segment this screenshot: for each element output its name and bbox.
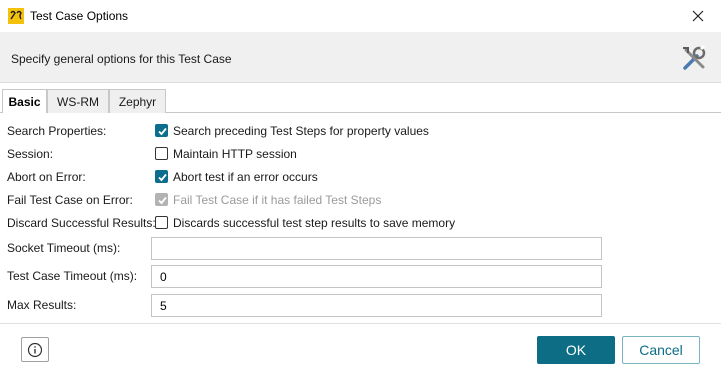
discard-results-text[interactable]: Discards successful test step results to…	[173, 216, 455, 230]
search-properties-label: Search Properties:	[7, 124, 107, 138]
test-case-timeout-label: Test Case Timeout (ms):	[7, 269, 138, 283]
option-row-discard-results: Discard Successful Results: Discards suc…	[0, 211, 721, 235]
discard-results-label: Discard Successful Results:	[7, 216, 156, 230]
fail-test-case-label: Fail Test Case on Error:	[7, 193, 133, 207]
search-properties-text[interactable]: Search preceding Test Steps for property…	[173, 124, 429, 138]
max-results-label: Max Results:	[7, 298, 77, 312]
checkmark-icon	[158, 196, 167, 205]
option-row-fail-test-case: Fail Test Case on Error: Fail Test Case …	[0, 188, 721, 212]
close-icon	[692, 10, 704, 22]
header-description: Specify general options for this Test Ca…	[11, 52, 232, 66]
close-button[interactable]	[675, 0, 721, 32]
tab-strip: Basic WS-RM Zephyr	[0, 89, 721, 114]
option-row-abort-on-error: Abort on Error: Abort test if an error o…	[0, 165, 721, 189]
session-text[interactable]: Maintain HTTP session	[173, 147, 297, 161]
checkmark-icon	[158, 127, 167, 136]
ok-button[interactable]: OK	[537, 336, 615, 364]
max-results-input[interactable]	[151, 294, 602, 317]
session-checkbox[interactable]	[155, 147, 168, 160]
discard-results-checkbox[interactable]	[155, 216, 168, 229]
window-title: Test Case Options	[30, 9, 129, 23]
field-row-max-results: Max Results:	[0, 293, 721, 318]
option-row-search-properties: Search Properties: Search preceding Test…	[0, 119, 721, 143]
search-properties-checkbox[interactable]	[155, 124, 168, 137]
fail-test-case-text: Fail Test Case if it has failed Test Ste…	[173, 193, 382, 207]
session-label: Session:	[7, 147, 54, 161]
test-case-timeout-input[interactable]	[151, 265, 602, 288]
cancel-button[interactable]: Cancel	[622, 336, 700, 364]
socket-timeout-input[interactable]	[151, 237, 602, 260]
field-row-socket-timeout: Socket Timeout (ms):	[0, 236, 721, 261]
dialog-header: Specify general options for this Test Ca…	[0, 32, 721, 83]
info-button[interactable]	[21, 337, 49, 362]
tools-icon	[683, 44, 706, 70]
fail-test-case-checkbox	[155, 193, 168, 206]
abort-on-error-checkbox[interactable]	[155, 170, 168, 183]
app-icon	[8, 8, 24, 24]
tab-ws-rm[interactable]: WS-RM	[47, 89, 109, 113]
checkmark-icon	[158, 173, 167, 182]
socket-timeout-label: Socket Timeout (ms):	[7, 241, 121, 255]
tab-basic[interactable]: Basic	[2, 89, 47, 114]
info-icon	[27, 342, 43, 357]
title-bar: Test Case Options	[0, 0, 721, 32]
footer-divider	[0, 323, 721, 324]
abort-on-error-label: Abort on Error:	[7, 170, 86, 184]
option-row-session: Session: Maintain HTTP session	[0, 142, 721, 166]
field-row-test-case-timeout: Test Case Timeout (ms):	[0, 264, 721, 289]
tab-content-basic: Search Properties: Search preceding Test…	[0, 113, 721, 323]
abort-on-error-text[interactable]: Abort test if an error occurs	[173, 170, 318, 184]
tab-zephyr[interactable]: Zephyr	[109, 89, 166, 113]
